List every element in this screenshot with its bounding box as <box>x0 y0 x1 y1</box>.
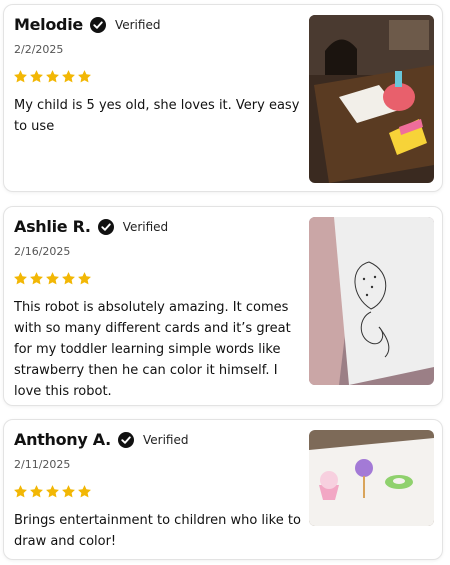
review-photo[interactable] <box>309 217 434 385</box>
star-icon <box>62 485 75 498</box>
review-header: Anthony A. Verified <box>14 430 188 449</box>
star-icon <box>46 485 59 498</box>
star-icon <box>14 272 27 285</box>
review-card: Melodie Verified 2/2/2025 My child is 5 … <box>3 4 443 192</box>
review-photo-image <box>309 15 434 183</box>
star-icon <box>30 70 43 83</box>
verified-check-icon <box>117 431 134 448</box>
star-icon <box>46 70 59 83</box>
review-list: Melodie Verified 2/2/2025 My child is 5 … <box>0 0 450 565</box>
star-icon <box>78 70 91 83</box>
review-card: Ashlie R. Verified 2/16/2025 This robot … <box>3 206 443 406</box>
verified-check-icon <box>97 218 114 235</box>
star-icon <box>78 485 91 498</box>
reviewer-name: Melodie <box>14 15 83 34</box>
star-icon <box>14 485 27 498</box>
verified-label: Verified <box>114 17 161 32</box>
verified-label: Verified <box>142 432 189 447</box>
review-photo[interactable] <box>309 15 434 183</box>
star-icon <box>62 70 75 83</box>
star-icon <box>46 272 59 285</box>
review-header: Ashlie R. Verified <box>14 217 168 236</box>
verified-label: Verified <box>122 219 169 234</box>
review-photo[interactable] <box>309 430 434 526</box>
review-date: 2/2/2025 <box>14 43 64 56</box>
review-date: 2/11/2025 <box>14 458 71 471</box>
review-photo-image <box>309 430 434 526</box>
review-text: My child is 5 yes old, she loves it. Ver… <box>14 98 300 134</box>
review-date: 2/16/2025 <box>14 245 71 258</box>
review-card: Anthony A. Verified 2/11/2025 Brings ent… <box>3 419 443 560</box>
review-text: This robot is absolutely amazing. It com… <box>14 300 291 399</box>
reviewer-name: Ashlie R. <box>14 217 91 236</box>
star-icon <box>62 272 75 285</box>
star-icon <box>30 272 43 285</box>
review-header: Melodie Verified <box>14 15 160 34</box>
star-rating <box>13 69 92 84</box>
review-text: Brings entertainment to children who lik… <box>14 513 301 549</box>
star-icon <box>30 485 43 498</box>
star-rating <box>13 484 92 499</box>
star-icon <box>78 272 91 285</box>
star-icon <box>14 70 27 83</box>
review-photo-image <box>309 217 434 385</box>
verified-check-icon <box>89 16 106 33</box>
star-rating <box>13 271 92 286</box>
reviewer-name: Anthony A. <box>14 430 111 449</box>
